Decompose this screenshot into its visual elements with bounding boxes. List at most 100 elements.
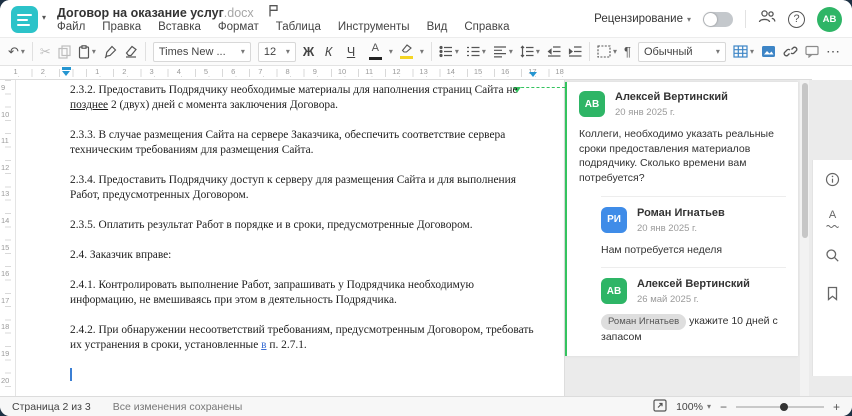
flag-icon[interactable] bbox=[268, 4, 279, 22]
menu-item[interactable]: Вставка bbox=[158, 21, 201, 33]
numbered-list-button[interactable]: ▾ bbox=[466, 45, 486, 58]
comment-author: Алексей Вертинский bbox=[615, 91, 728, 103]
undo-button[interactable]: ↶ ▾ bbox=[8, 44, 25, 60]
text-segment: 2.4.1. Контролировать выполнение Работ, … bbox=[70, 279, 475, 306]
mention-chip[interactable]: Роман Игнатьев bbox=[601, 314, 687, 330]
nonprinting-chars-button[interactable]: ¶ bbox=[624, 44, 631, 59]
help-icon[interactable]: ? bbox=[788, 10, 805, 28]
paragraph[interactable] bbox=[70, 368, 540, 383]
insert-table-button[interactable]: ▾ bbox=[733, 45, 754, 58]
align-button[interactable]: ▾ bbox=[493, 45, 513, 58]
underline-button[interactable]: Ч bbox=[347, 45, 362, 59]
paragraph[interactable]: 2.3.3. В случае размещения Сайта на серв… bbox=[70, 128, 540, 158]
comment[interactable]: АВ Алексей Вертинский 20 янв 2025 г. Коллег… bbox=[579, 91, 786, 186]
chevron-down-icon[interactable]: ▾ bbox=[92, 47, 96, 56]
zoom-out-button[interactable]: − bbox=[720, 400, 727, 414]
clear-style-button[interactable] bbox=[124, 45, 138, 58]
menu-item[interactable]: Справка bbox=[464, 21, 509, 33]
paragraph[interactable]: 2.3.2. Предоставить Подрядчику необходим… bbox=[70, 83, 540, 113]
chevron-down-icon: ▾ bbox=[686, 14, 691, 24]
paste-button[interactable]: ▾ bbox=[78, 44, 96, 59]
chevron-down-icon[interactable]: ▾ bbox=[750, 47, 754, 56]
comment-thread[interactable]: АВ Алексей Вертинский 20 янв 2025 г. Коллег… bbox=[565, 82, 798, 357]
zoom-slider-knob[interactable] bbox=[779, 402, 788, 411]
logo-dropdown-caret-icon[interactable]: ▾ bbox=[42, 13, 46, 22]
collaborators-icon[interactable] bbox=[758, 9, 776, 29]
ruler-number: 15 bbox=[471, 67, 485, 76]
insert-comment-button[interactable] bbox=[805, 45, 819, 58]
scrollbar-thumb[interactable] bbox=[801, 83, 808, 238]
right-indent-marker[interactable] bbox=[529, 72, 537, 77]
spellcheck-icon[interactable]: А bbox=[826, 210, 839, 230]
more-tools-button[interactable]: ⋯ bbox=[826, 43, 841, 60]
decrease-indent-button[interactable] bbox=[547, 45, 561, 58]
menu-item[interactable]: Файл bbox=[57, 21, 85, 33]
paragraph[interactable]: 2.4.2. При обнаружении несоответствий тр… bbox=[70, 323, 540, 353]
line-spacing-button[interactable]: ▾ bbox=[520, 45, 540, 58]
paragraph-settings-button[interactable]: ▾ bbox=[597, 45, 617, 58]
first-line-indent-marker[interactable] bbox=[62, 71, 70, 76]
chevron-down-icon: ▾ bbox=[706, 402, 711, 411]
zoom-in-button[interactable]: + bbox=[833, 400, 840, 414]
comments-scrollbar[interactable] bbox=[800, 80, 809, 396]
vertical-ruler[interactable]: 9 10 11 12 13 14 15 16 17 18 19 20 bbox=[0, 80, 16, 396]
chevron-down-icon[interactable]: ▾ bbox=[455, 47, 459, 56]
paragraph[interactable]: 2.3.4. Предоставить Подрядчику доступ к … bbox=[70, 173, 540, 203]
insert-image-button[interactable] bbox=[761, 45, 776, 58]
document-page[interactable]: 2.3.2. Предоставить Подрядчику необходим… bbox=[16, 80, 565, 396]
review-mode-button[interactable]: Рецензирование ▾ bbox=[594, 13, 691, 25]
paragraph-style-select[interactable]: Обычный ▾ bbox=[637, 41, 726, 62]
ruler-number: 6 bbox=[229, 67, 238, 76]
chevron-down-icon[interactable]: ▾ bbox=[389, 47, 393, 56]
document-text[interactable]: 2.3.2. Предоставить Подрядчику необходим… bbox=[70, 80, 540, 398]
zoom-level-select[interactable]: 100% ▾ bbox=[676, 401, 711, 413]
document-title: Договор на оказание услуг.docx bbox=[57, 6, 254, 20]
menu-item[interactable]: Таблица bbox=[276, 21, 321, 33]
bullet-list-button[interactable]: ▾ bbox=[439, 45, 459, 58]
indent-marker-bar[interactable] bbox=[62, 67, 71, 70]
app-logo-icon[interactable] bbox=[11, 6, 38, 33]
status-bar: Страница 2 из 3 Все изменения сохранены … bbox=[0, 396, 852, 416]
fit-page-icon[interactable] bbox=[653, 398, 667, 415]
bookmark-icon[interactable] bbox=[826, 286, 839, 306]
menu-item[interactable]: Инструменты bbox=[338, 21, 410, 33]
user-avatar[interactable]: АВ bbox=[817, 6, 842, 32]
search-icon[interactable] bbox=[825, 248, 840, 268]
horizontal-ruler[interactable]: 2 1 1 2 3 4 5 6 7 8 9 10 11 12 13 14 15 16 17 18 bbox=[0, 66, 812, 80]
chevron-down-icon[interactable]: ▾ bbox=[420, 47, 424, 56]
menu-item[interactable]: Правка bbox=[102, 21, 141, 33]
font-family-select[interactable]: Times New ... ▾ bbox=[152, 41, 251, 62]
info-icon[interactable] bbox=[825, 172, 840, 192]
font-size-select[interactable]: 12 ▾ bbox=[257, 41, 296, 62]
comment-reply[interactable]: РИ Роман Игнатьев 20 янв 2025 г. Нам потреб… bbox=[601, 195, 786, 258]
chevron-down-icon[interactable]: ▾ bbox=[482, 47, 486, 56]
page-indicator[interactable]: Страница 2 из 3 bbox=[12, 401, 91, 413]
copy-button[interactable] bbox=[58, 44, 71, 59]
review-toggle[interactable] bbox=[703, 11, 733, 27]
highlight-color-button[interactable] bbox=[399, 44, 413, 59]
paragraph[interactable]: 2.3.5. Оплатить результат Работ в порядк… bbox=[70, 218, 540, 233]
chevron-down-icon[interactable]: ▾ bbox=[613, 47, 617, 56]
paragraph[interactable]: 2.4.1. Контролировать выполнение Работ, … bbox=[70, 278, 540, 308]
italic-button[interactable]: К bbox=[325, 45, 340, 59]
save-status: Все изменения сохранены bbox=[112, 400, 243, 413]
chevron-down-icon: ▾ bbox=[715, 47, 720, 56]
ruler-number: 10 bbox=[335, 67, 349, 76]
bold-button[interactable]: Ж bbox=[303, 45, 318, 59]
text-segment: п. 2.7.1. bbox=[266, 339, 307, 351]
comment-author: Алексей Вертинский bbox=[637, 278, 750, 291]
zoom-slider[interactable] bbox=[735, 401, 824, 413]
chevron-down-icon[interactable]: ▾ bbox=[536, 47, 540, 56]
font-color-button[interactable]: А bbox=[368, 43, 382, 60]
header: ▾ Договор на оказание услуг.docx Файл Пра… bbox=[0, 0, 852, 38]
menu-item[interactable]: Формат bbox=[218, 21, 259, 33]
format-painter-button[interactable] bbox=[103, 45, 117, 59]
paragraph[interactable]: 2.4. Заказчик вправе: bbox=[70, 248, 540, 263]
menu-item[interactable]: Вид bbox=[427, 21, 448, 33]
chevron-down-icon[interactable]: ▾ bbox=[509, 47, 513, 56]
cut-button[interactable]: ✂ bbox=[40, 44, 51, 60]
increase-indent-button[interactable] bbox=[568, 45, 582, 58]
insert-link-button[interactable] bbox=[783, 45, 798, 58]
comment-reply[interactable]: АВ Алексей Вертинский 26 май 2025 г. Роман … bbox=[601, 267, 786, 344]
chevron-down-icon[interactable]: ▾ bbox=[21, 47, 25, 56]
